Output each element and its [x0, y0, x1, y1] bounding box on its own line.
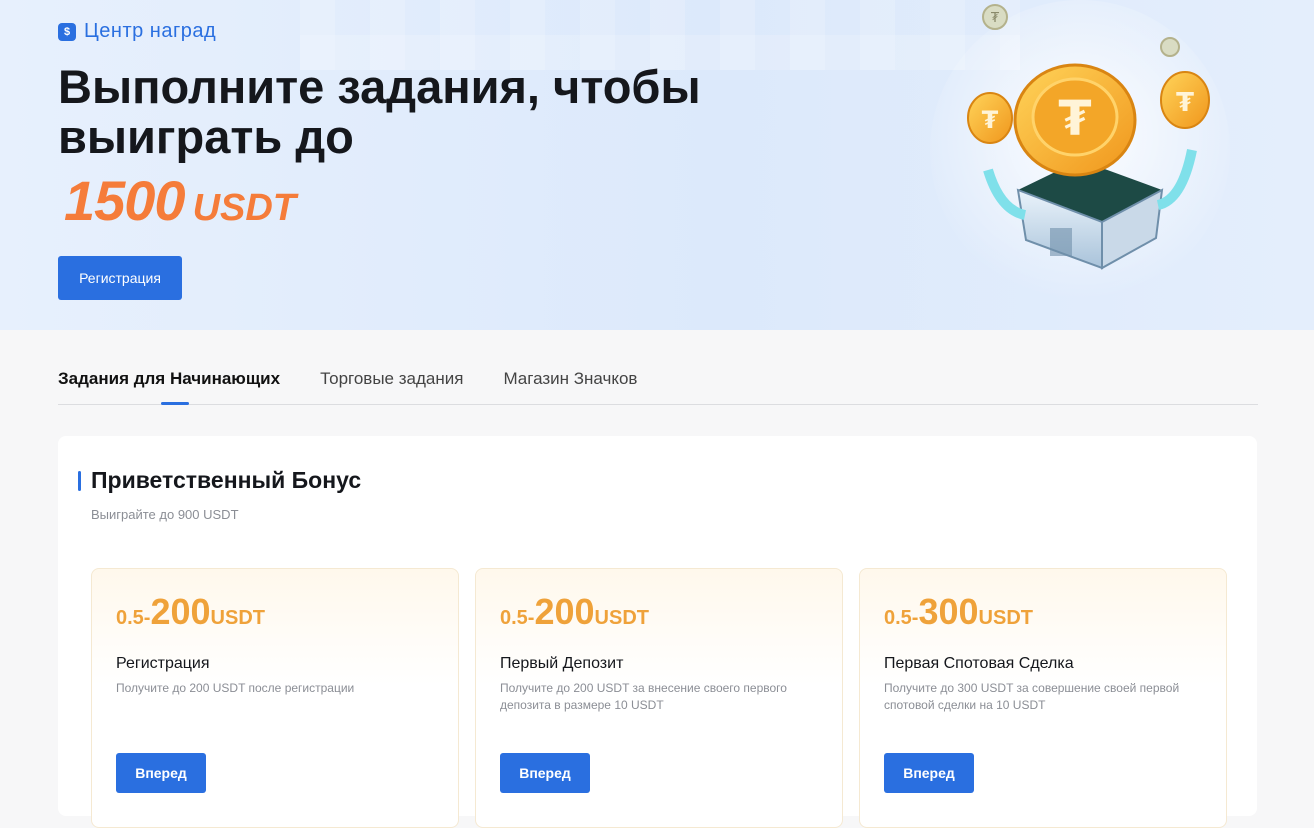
go-button[interactable]: Вперед — [116, 753, 206, 793]
reward-unit: USDT — [210, 607, 265, 629]
card-reward: 0.5- 200 USDT — [500, 591, 649, 633]
reward-unit: USDT — [594, 607, 649, 629]
task-card-registration: 0.5- 200 USDT Регистрация Получите до 20… — [91, 568, 459, 828]
reward-max: 200 — [150, 591, 211, 632]
section-title: Приветственный Бонус — [91, 467, 362, 493]
register-button[interactable]: Регистрация — [58, 256, 182, 300]
coin-box-illustration: ₮ ₮ ₮ ₮ — [930, 0, 1230, 300]
task-tabs: Задания для Начинающих Торговые задания … — [58, 360, 1258, 405]
card-description: Получите до 200 USDT после регистрации — [116, 681, 355, 695]
task-card-first-spot-trade: 0.5- 300 USDT Первая Спотовая Сделка Пол… — [859, 568, 1227, 828]
svg-text:₮: ₮ — [991, 11, 1000, 26]
reward-min: 0.5- — [884, 607, 919, 629]
svg-text:₮: ₮ — [982, 106, 999, 134]
tab-trading-tasks[interactable]: Торговые задания — [320, 360, 463, 405]
reward-max: 300 — [918, 591, 979, 632]
hero-banner: $ Центр наград Выполните задания, чтобы … — [0, 0, 1314, 330]
welcome-bonus-panel: Приветственный Бонус Выиграйте до 900 US… — [58, 436, 1257, 828]
card-reward: 0.5- 300 USDT — [884, 591, 1033, 633]
reward-max: 200 — [534, 591, 595, 632]
section-subtitle: Выиграйте до 900 USDT — [91, 507, 239, 522]
page-title: Выполните задания, чтобы выиграть до — [58, 60, 701, 163]
gift-icon: $ — [58, 22, 76, 41]
card-title: Регистрация — [116, 655, 210, 672]
hero-amount-currency: USDT — [192, 187, 297, 229]
tab-beginner-tasks[interactable]: Задания для Начинающих — [58, 360, 280, 405]
reward-min: 0.5- — [116, 607, 151, 629]
breadcrumb[interactable]: $ Центр наград — [58, 20, 216, 43]
svg-text:₮: ₮ — [1058, 91, 1091, 147]
card-description: Получите до 200 USDT за внесение своего … — [500, 681, 787, 712]
reward-unit: USDT — [978, 607, 1033, 629]
card-title: Первая Спотовая Сделка — [884, 655, 1074, 672]
svg-text:₮: ₮ — [1176, 88, 1194, 118]
section-accent-bar — [78, 471, 81, 491]
hero-amount-value: 1500 — [64, 169, 186, 232]
card-reward: 0.5- 200 USDT — [116, 591, 265, 633]
breadcrumb-label: Центр наград — [84, 20, 217, 42]
tab-badge-store[interactable]: Магазин Значков — [503, 360, 637, 405]
go-button[interactable]: Вперед — [884, 753, 974, 793]
card-description: Получите до 300 USDT за совершение своей… — [884, 681, 1180, 712]
card-title: Первый Депозит — [500, 655, 624, 672]
go-button[interactable]: Вперед — [500, 753, 590, 793]
task-card-first-deposit: 0.5- 200 USDT Первый Депозит Получите до… — [475, 568, 843, 828]
hero-amount: 1500 USDT — [64, 168, 296, 233]
reward-min: 0.5- — [500, 607, 535, 629]
